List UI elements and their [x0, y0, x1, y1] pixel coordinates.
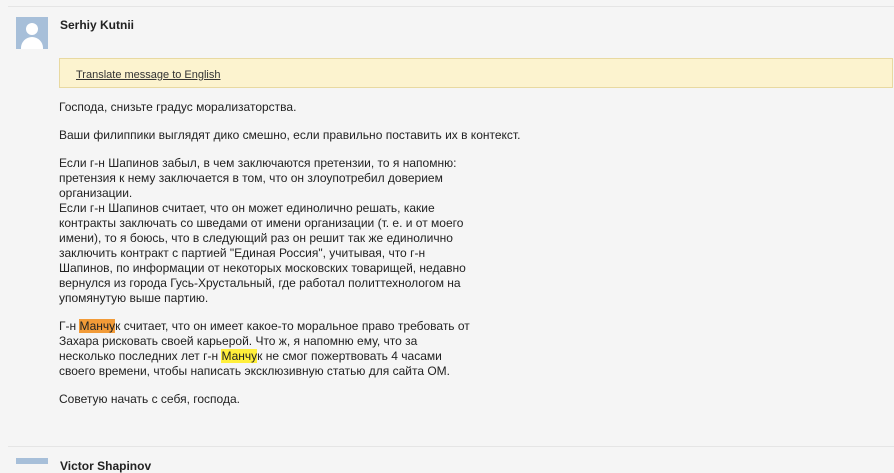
- para3-line-5: контракты заключать со шведами от имени …: [59, 216, 464, 230]
- para2-line-1: Ваши филиппики выглядят дико смешно, есл…: [59, 128, 521, 142]
- para3-line-7: заключить контракт с партией "Единая Рос…: [59, 246, 426, 260]
- para3-line-1: Если г-н Шапинов забыл, в чем заключаютс…: [59, 156, 457, 170]
- para3-line-8: Шапинов, по информации от некоторых моск…: [59, 261, 466, 275]
- message-card: Serhiy Kutnii Translate message to Engli…: [8, 6, 894, 447]
- para4-line-3-pre: несколько последних лет г-н: [59, 349, 222, 363]
- default-avatar-icon[interactable]: [16, 17, 48, 49]
- search-highlight-current: Манчу: [79, 319, 116, 333]
- message-body: Господа, снизьте градус морализаторства.…: [59, 100, 579, 420]
- avatar-body: [21, 37, 43, 49]
- para1-line-1: Господа, снизьте градус морализаторства.: [59, 100, 297, 114]
- para3-line-9: вернулся из города Гусь-Хрустальный, где…: [59, 276, 461, 290]
- para4-line-1-post: к считает, что он имеет какое-то моральн…: [115, 319, 470, 333]
- para3-line-10: упомянутую выше партию.: [59, 291, 209, 305]
- para4-line-4: своего времени, чтобы написать эксклюзив…: [59, 364, 451, 378]
- closing-line: Советую начать с себя, господа.: [59, 392, 240, 406]
- para4-line-1-pre: Г-н: [59, 319, 80, 333]
- sender-name[interactable]: Serhiy Kutnii: [60, 18, 134, 32]
- paragraph-2: Ваши филиппики выглядят дико смешно, есл…: [59, 128, 579, 143]
- para3-line-2: претензия к нему заключается в том, что …: [59, 171, 443, 185]
- translate-bar: Translate message to English: [59, 58, 893, 88]
- next-avatar-icon[interactable]: [16, 458, 48, 464]
- para4-line-3-post: к не смог пожертвовать 4 часами: [257, 349, 442, 363]
- translate-message-link[interactable]: Translate message to English: [76, 69, 221, 81]
- para3-line-3: организации.: [59, 186, 133, 200]
- para3-line-4: Если г-н Шапинов считает, что он может е…: [59, 201, 435, 215]
- avatar-head: [26, 23, 38, 35]
- next-sender-name[interactable]: Victor Shapinov: [60, 459, 151, 473]
- search-highlight: Манчу: [221, 349, 258, 363]
- paragraph-3: Если г-н Шапинов забыл, в чем заключаютс…: [59, 156, 579, 306]
- para3-line-6: имени), то я боюсь, что в следующий раз …: [59, 231, 453, 245]
- paragraph-5: Советую начать с себя, господа.: [59, 392, 579, 407]
- message-divider: [8, 446, 894, 447]
- para4-line-2: Захара рисковать своей карьерой. Что ж, …: [59, 334, 418, 348]
- paragraph-4: Г-н Манчук считает, что он имеет какое-т…: [59, 319, 579, 379]
- paragraph-1: Господа, снизьте градус морализаторства.: [59, 100, 579, 115]
